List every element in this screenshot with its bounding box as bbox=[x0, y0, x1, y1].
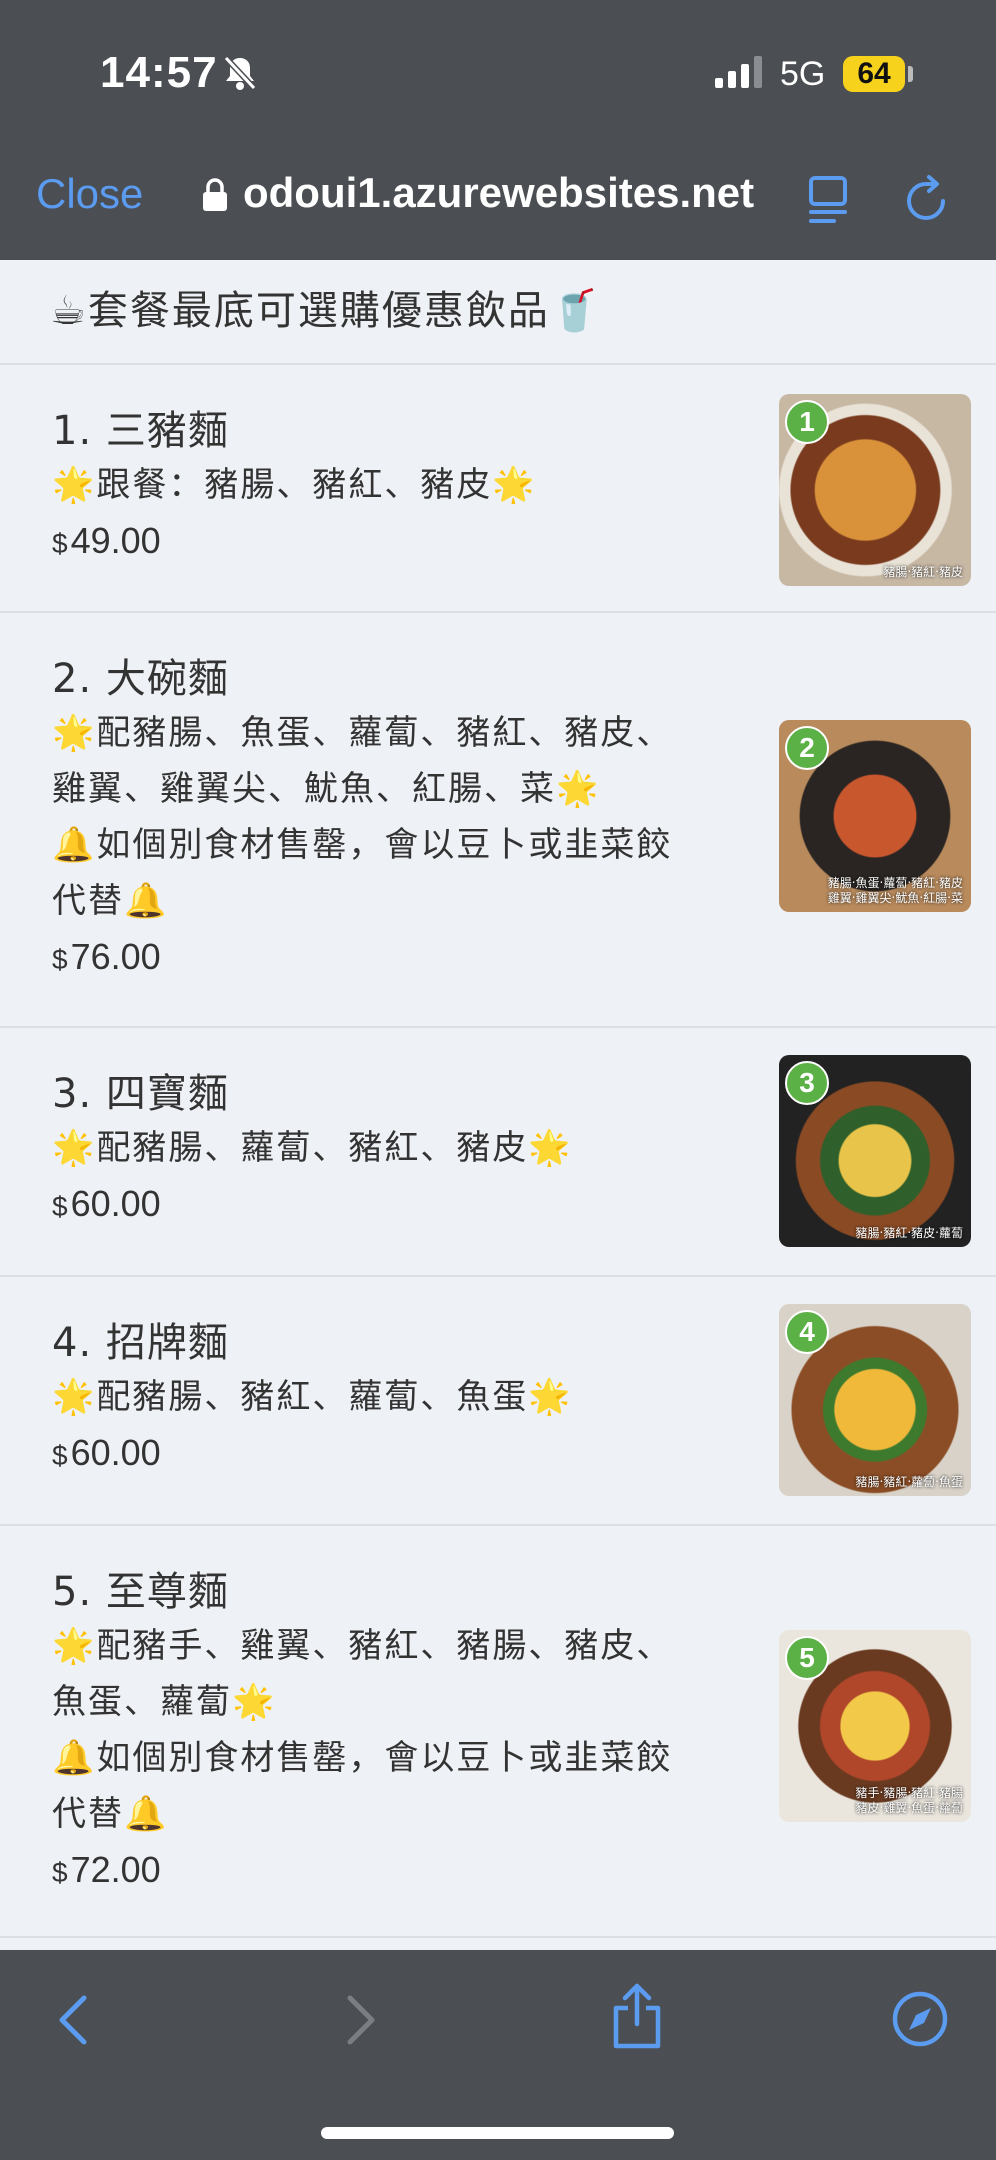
price-value: 49.00 bbox=[70, 520, 161, 561]
item-image[interactable]: 3 豬腸‧豬紅‧豬皮‧蘿蔔 bbox=[779, 1055, 971, 1247]
item-image[interactable]: 1 豬腸‧豬紅‧豬皮 bbox=[779, 394, 971, 586]
menu-item[interactable]: 5. 至尊麵 🌟配豬手、雞翼、豬紅、豬腸、豬皮、魚蛋、蘿蔔🌟 🔔如個別食材售罄，… bbox=[0, 1526, 996, 1938]
menu-item[interactable]: 4. 招牌麵 🌟配豬腸、豬紅、蘿蔔、魚蛋🌟 $60.00 4 豬腸‧豬紅‧蘿蔔‧… bbox=[0, 1277, 996, 1526]
item-desc: 🌟配豬腸、豬紅、蘿蔔、魚蛋🌟 bbox=[52, 1377, 573, 1417]
menu-item[interactable]: 1. 三豬麵 🌟跟餐：豬腸、豬紅、豬皮🌟 $49.00 1 豬腸‧豬紅‧豬皮 bbox=[0, 365, 996, 613]
image-caption: 豬腸‧魚蛋‧蘿蔔‧豬紅‧豬皮 雞翼‧雞翼尖‧魷魚‧紅腸‧菜 bbox=[828, 876, 963, 906]
item-price: $72.00 bbox=[52, 1842, 696, 1901]
status-time: 14:57 bbox=[100, 48, 218, 97]
item-desc: 🌟配豬手、雞翼、豬紅、豬腸、豬皮、魚蛋、蘿蔔🌟 bbox=[52, 1626, 673, 1722]
url-text[interactable]: odoui1.azurewebsites.net bbox=[243, 169, 754, 217]
share-icon[interactable] bbox=[610, 1982, 664, 2054]
item-number-badge: 2 bbox=[785, 726, 829, 770]
menu-item[interactable]: 3. 四寶麵 🌟配豬腸、蘿蔔、豬紅、豬皮🌟 $60.00 3 豬腸‧豬紅‧豬皮‧… bbox=[0, 1028, 996, 1277]
item-price: $76.00 bbox=[52, 929, 696, 988]
caption-line: 豬手‧豬腸‧豬紅‧豬腸 bbox=[855, 1786, 963, 1800]
item-price: $49.00 bbox=[52, 513, 696, 572]
network-type: 5G bbox=[780, 55, 826, 93]
price-value: 60.00 bbox=[70, 1432, 161, 1473]
currency-symbol: $ bbox=[52, 1440, 68, 1471]
item-title: 2. 大碗麵 bbox=[52, 656, 229, 702]
status-bar: 14:57 5G 64 bbox=[0, 0, 996, 145]
item-title: 5. 至尊麵 bbox=[52, 1569, 229, 1615]
browser-url-bar: Close odoui1.azurewebsites.net bbox=[0, 145, 996, 260]
chevron-right-icon bbox=[340, 1990, 380, 2054]
page-content: ☕套餐最底可選購優惠飲品🥤 1. 三豬麵 🌟跟餐：豬腸、豬紅、豬皮🌟 $49.0… bbox=[0, 260, 996, 1950]
item-image[interactable]: 2 豬腸‧魚蛋‧蘿蔔‧豬紅‧豬皮 雞翼‧雞翼尖‧魷魚‧紅腸‧菜 bbox=[779, 720, 971, 912]
home-indicator[interactable] bbox=[321, 2127, 674, 2139]
bell-muted-icon bbox=[222, 54, 258, 96]
item-desc: 🌟配豬腸、蘿蔔、豬紅、豬皮🌟 bbox=[52, 1128, 573, 1168]
image-caption: 豬手‧豬腸‧豬紅‧豬腸 豬皮‧雞翼‧魚蛋‧蘿蔔 bbox=[856, 1786, 963, 1816]
image-caption: 豬腸‧豬紅‧蘿蔔‧魚蛋 bbox=[855, 1475, 963, 1489]
currency-symbol: $ bbox=[52, 1191, 68, 1222]
caption-line: 豬皮‧雞翼‧魚蛋‧蘿蔔 bbox=[855, 1801, 963, 1815]
item-number-badge: 1 bbox=[785, 400, 829, 444]
item-price: $60.00 bbox=[52, 1425, 696, 1484]
image-caption: 豬腸‧豬紅‧豬皮‧蘿蔔 bbox=[855, 1226, 963, 1240]
item-number-badge: 5 bbox=[785, 1636, 829, 1680]
lock-icon bbox=[202, 178, 228, 216]
caption-line: 豬腸‧魚蛋‧蘿蔔‧豬紅‧豬皮 bbox=[827, 876, 963, 890]
menu-item[interactable]: 2. 大碗麵 🌟配豬腸、魚蛋、蘿蔔、豬紅、豬皮、雞翼、雞翼尖、魷魚、紅腸、菜🌟 … bbox=[0, 613, 996, 1028]
item-desc: 🌟配豬腸、魚蛋、蘿蔔、豬紅、豬皮、雞翼、雞翼尖、魷魚、紅腸、菜🌟 bbox=[52, 713, 673, 809]
image-caption: 豬腸‧豬紅‧豬皮 bbox=[883, 565, 963, 579]
chevron-left-icon[interactable] bbox=[54, 1990, 94, 2054]
battery-tip bbox=[908, 66, 913, 82]
item-title: 3. 四寶麵 bbox=[52, 1071, 229, 1117]
item-desc: 🌟跟餐：豬腸、豬紅、豬皮🌟 bbox=[52, 465, 537, 505]
currency-symbol: $ bbox=[52, 1857, 68, 1888]
item-title: 1. 三豬麵 bbox=[52, 408, 229, 454]
drink-banner: ☕套餐最底可選購優惠飲品🥤 bbox=[0, 260, 996, 365]
currency-symbol: $ bbox=[52, 528, 68, 559]
caption-line: 雞翼‧雞翼尖‧魷魚‧紅腸‧菜 bbox=[827, 891, 963, 905]
price-value: 72.00 bbox=[70, 1849, 161, 1890]
browser-toolbar bbox=[0, 1950, 996, 2160]
currency-symbol: $ bbox=[52, 944, 68, 975]
banner-text: ☕套餐最底可選購優惠飲品🥤 bbox=[50, 288, 602, 334]
reload-icon[interactable] bbox=[905, 173, 951, 227]
signal-icon bbox=[715, 56, 765, 90]
item-number-badge: 3 bbox=[785, 1061, 829, 1105]
close-button[interactable]: Close bbox=[36, 170, 143, 218]
item-price: $60.00 bbox=[52, 1176, 696, 1235]
item-title: 4. 招牌麵 bbox=[52, 1320, 229, 1366]
item-image[interactable]: 5 豬手‧豬腸‧豬紅‧豬腸 豬皮‧雞翼‧魚蛋‧蘿蔔 bbox=[779, 1630, 971, 1822]
compass-icon[interactable] bbox=[891, 1990, 949, 2052]
item-number-badge: 4 bbox=[785, 1310, 829, 1354]
price-value: 60.00 bbox=[70, 1183, 161, 1224]
item-desc: 🔔如個別食材售罄，會以豆卜或韭菜餃代替🔔 bbox=[52, 825, 673, 921]
price-value: 76.00 bbox=[70, 936, 161, 977]
battery-icon: 64 bbox=[843, 56, 905, 92]
item-image[interactable]: 4 豬腸‧豬紅‧蘿蔔‧魚蛋 bbox=[779, 1304, 971, 1496]
item-desc: 🔔如個別食材售罄，會以豆卜或韭菜餃代替🔔 bbox=[52, 1738, 673, 1834]
reader-icon[interactable] bbox=[808, 175, 850, 229]
